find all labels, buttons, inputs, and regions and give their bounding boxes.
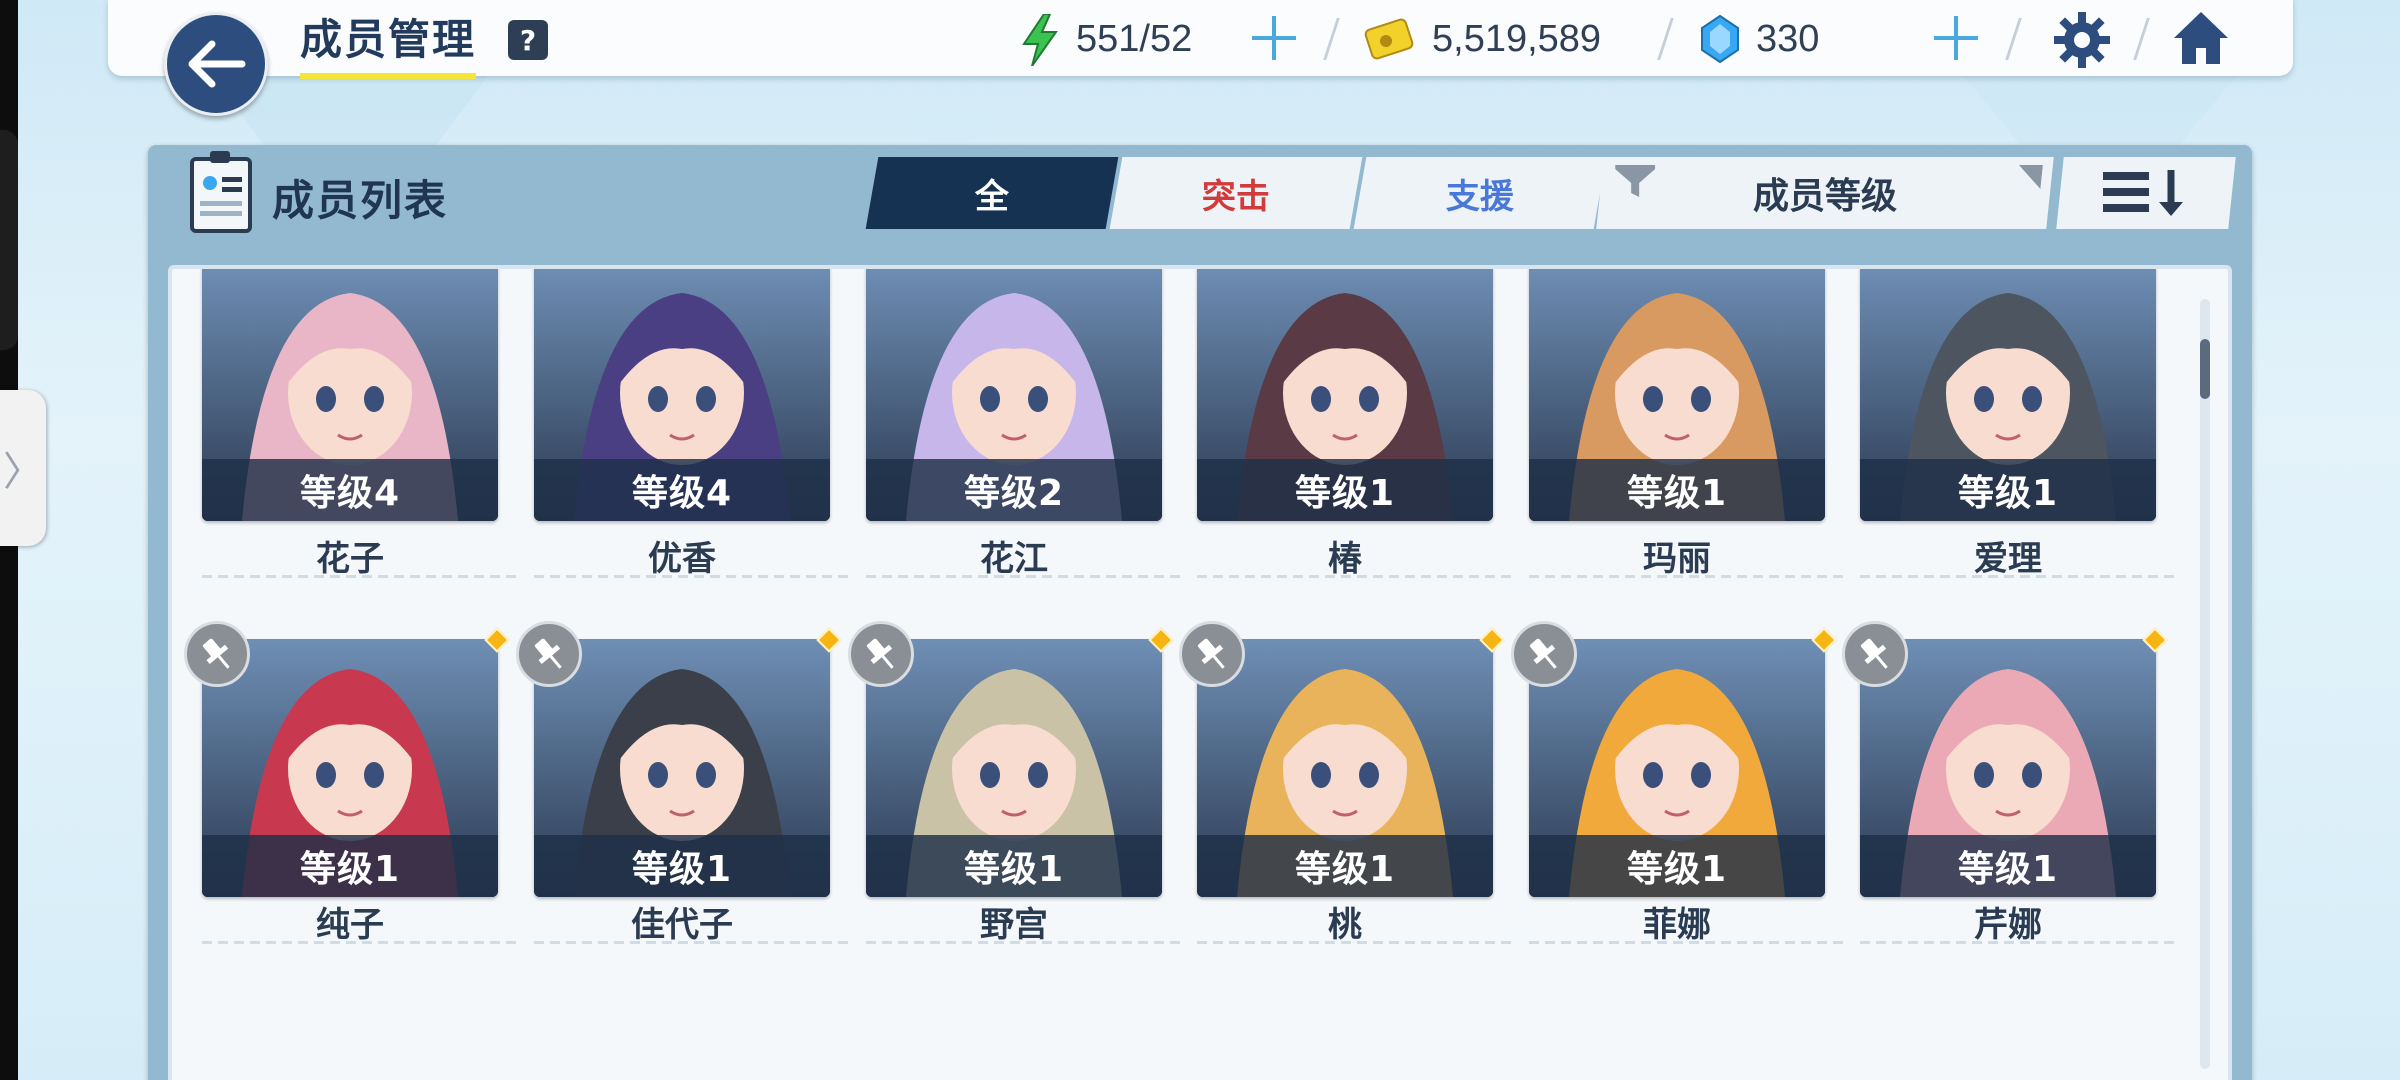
tab-support[interactable]: 支援 (1353, 157, 1607, 229)
add-ap-button[interactable] (1244, 8, 1304, 68)
divider (534, 575, 854, 578)
home-icon[interactable] (2170, 8, 2232, 70)
gems-value: 330 (1756, 17, 1820, 60)
member-card[interactable]: 等级1 (1860, 639, 2156, 897)
gems-counter: 330 (1756, 14, 1819, 64)
member-level: 等级1 (534, 835, 830, 897)
pin-button[interactable] (1511, 621, 1577, 687)
divider (534, 941, 854, 944)
ap-value: 551/52 (1076, 17, 1193, 60)
tab-strike-label: 突击 (1202, 176, 1270, 217)
member-card[interactable]: 等级1 (534, 639, 830, 897)
filter-label: 成员等级 (1752, 176, 1897, 217)
scrollbar-thumb[interactable] (2200, 339, 2210, 399)
member-level: 等级1 (1860, 835, 2156, 897)
credits-value: 5,519,589 (1432, 17, 1602, 60)
member-list-panel: 成员列表 全 突击 支援 成员等级 等级4 花子 等级4 优香等级2 花江 等级… (148, 145, 2252, 1080)
back-button[interactable] (164, 12, 268, 116)
divider (1860, 575, 2180, 578)
pin-icon (202, 638, 230, 669)
pin-button[interactable] (1179, 621, 1245, 687)
pin-icon (866, 638, 894, 669)
member-card-icon (190, 151, 252, 233)
pin-button[interactable] (848, 621, 914, 687)
pin-icon (1860, 638, 1888, 669)
member-name: 玛丽 (1643, 539, 1711, 579)
scrollbar[interactable] (2200, 299, 2210, 1069)
divider (866, 941, 1186, 944)
settings-gear-icon[interactable] (2052, 10, 2112, 70)
divider (866, 575, 1186, 578)
member-level: 等级1 (1197, 459, 1493, 521)
member-card[interactable]: 等级4 (534, 269, 830, 521)
member-name: 椿 (1328, 539, 1362, 579)
member-level: 等级1 (1529, 459, 1825, 521)
pin-icon (534, 638, 562, 669)
member-name: 野宫 (980, 905, 1048, 945)
member-level: 等级1 (866, 835, 1162, 897)
member-level: 等级1 (1197, 835, 1493, 897)
panel-header: 成员列表 全 突击 支援 成员等级 (148, 145, 2252, 245)
filter-dropdown[interactable]: 成员等级 (1596, 157, 2054, 229)
divider (1197, 575, 1517, 578)
ap-counter: 551/52 (1076, 14, 1192, 64)
sort-order-button[interactable] (2056, 157, 2236, 229)
member-name: 优香 (648, 539, 716, 579)
lightning-icon (1022, 14, 1058, 66)
page-title: 成员管理 (300, 6, 477, 79)
member-name: 花江 (980, 539, 1048, 579)
corner-triangle-icon (2018, 165, 2043, 189)
divider (1529, 941, 1849, 944)
tab-all-label: 全 (975, 176, 1009, 217)
member-name: 纯子 (316, 905, 384, 945)
pin-button[interactable] (184, 621, 250, 687)
pin-icon (1529, 638, 1557, 669)
member-level: 等级1 (1860, 459, 2156, 521)
arrow-left-icon (188, 40, 246, 88)
member-card[interactable]: 等级1 (1197, 639, 1493, 897)
member-name: 桃 (1328, 905, 1362, 945)
pin-button[interactable] (516, 621, 582, 687)
member-card[interactable]: 等级1 (1529, 639, 1825, 897)
tab-support-label: 支援 (1446, 176, 1514, 217)
tab-strike[interactable]: 突击 (1109, 157, 1363, 229)
divider (202, 575, 522, 578)
filter-funnel-icon (1615, 165, 1656, 197)
pin-icon (1197, 638, 1225, 669)
credits-counter: 5,519,589 (1432, 14, 1601, 64)
member-name: 菲娜 (1643, 905, 1711, 945)
member-card[interactable]: 等级1 (202, 639, 498, 897)
divider (1860, 941, 2180, 944)
member-level: 等级2 (866, 459, 1162, 521)
tab-all[interactable]: 全 (865, 157, 1119, 229)
member-card[interactable]: 等级4 (202, 269, 498, 521)
member-name: 爱理 (1974, 539, 2042, 579)
panel-title: 成员列表 (272, 176, 449, 225)
pin-button[interactable] (1842, 621, 1908, 687)
help-button[interactable]: ? (508, 20, 548, 60)
divider (202, 941, 522, 944)
member-card[interactable]: 等级2 (866, 269, 1162, 521)
screen-notch (0, 130, 18, 350)
member-name: 芹娜 (1974, 905, 2042, 945)
member-level: 等级4 (202, 459, 498, 521)
member-grid: 等级4 花子 等级4 优香 等级2 花江 等级1 椿等级1 玛丽 等级1 爱理 等级1 纯子 等级1 佳代子… (168, 265, 2232, 1080)
credit-icon (1364, 18, 1414, 60)
side-drawer-handle[interactable]: 〉 (0, 390, 46, 546)
member-name: 花子 (316, 539, 384, 579)
divider (1197, 941, 1517, 944)
member-level: 等级4 (534, 459, 830, 521)
member-level: 等级1 (202, 835, 498, 897)
member-name: 佳代子 (631, 905, 733, 945)
gem-icon (1701, 14, 1739, 64)
member-level: 等级1 (1529, 835, 1825, 897)
divider (1529, 575, 1849, 578)
member-card[interactable]: 等级1 (1197, 269, 1493, 521)
member-card[interactable]: 等级1 (866, 639, 1162, 897)
member-card[interactable]: 等级1 (1529, 269, 1825, 521)
member-card[interactable]: 等级1 (1860, 269, 2156, 521)
add-gems-button[interactable] (1926, 8, 1986, 68)
sort-descending-icon (2103, 170, 2183, 216)
